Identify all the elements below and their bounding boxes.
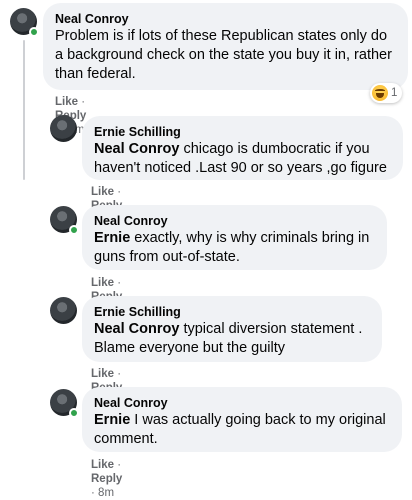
comment-author[interactable]: Ernie Schilling: [94, 124, 391, 140]
avatar[interactable]: [50, 389, 79, 418]
separator: ·: [81, 96, 86, 108]
comment-author[interactable]: Neal Conroy: [55, 11, 396, 27]
comment-body: exactly, why is why criminals bring in g…: [94, 230, 370, 265]
avatar[interactable]: [50, 206, 79, 235]
comment-body: Problem is if lots of these Republican s…: [55, 28, 392, 82]
like-button[interactable]: Like: [91, 186, 114, 198]
comment-text: Neal Conroy chicago is dumbocratic if yo…: [94, 140, 391, 178]
comment-body: I was actually going back to my original…: [94, 412, 386, 447]
comment-text: Ernie exactly, why is why criminals brin…: [94, 229, 375, 267]
comment-text: Neal Conroy typical diversion statement …: [94, 320, 370, 358]
online-status-icon: [69, 408, 79, 418]
mention-link[interactable]: Neal Conroy: [94, 321, 179, 337]
separator: ·: [117, 277, 122, 289]
comment-text: Problem is if lots of these Republican s…: [55, 27, 396, 84]
comment-author[interactable]: Ernie Schilling: [94, 304, 370, 320]
separator: ·: [117, 186, 122, 198]
comment-bubble: Neal Conroy Ernie I was actually going b…: [82, 387, 402, 452]
separator: ·: [117, 459, 122, 471]
like-button[interactable]: Like: [91, 368, 114, 380]
mention-link[interactable]: Ernie: [94, 412, 130, 428]
comment-author[interactable]: Neal Conroy: [94, 395, 390, 411]
separator: ·: [91, 487, 95, 499]
avatar[interactable]: [10, 8, 39, 37]
reaction-summary[interactable]: 1: [370, 83, 403, 103]
comment-bubble: Ernie Schilling Neal Conroy chicago is d…: [82, 116, 403, 180]
online-status-icon: [69, 225, 79, 235]
like-button[interactable]: Like: [91, 459, 114, 471]
reaction-count: 1: [391, 87, 398, 99]
comment-actions: Like · Reply · 8m: [91, 458, 122, 500]
avatar[interactable]: [50, 115, 77, 142]
comment-bubble: Ernie Schilling Neal Conroy typical dive…: [82, 296, 382, 362]
comment-bubble: Neal Conroy Problem is if lots of these …: [43, 3, 408, 90]
separator: ·: [117, 368, 122, 380]
thread-line: [23, 40, 25, 180]
avatar[interactable]: [50, 297, 77, 324]
reply-button[interactable]: Reply: [91, 473, 122, 485]
comment-text: Ernie I was actually going back to my or…: [94, 411, 390, 449]
comment-author[interactable]: Neal Conroy: [94, 213, 375, 229]
mention-link[interactable]: Neal Conroy: [94, 141, 179, 157]
like-button[interactable]: Like: [91, 277, 114, 289]
haha-icon: [372, 85, 388, 101]
online-status-icon: [29, 27, 39, 37]
timestamp[interactable]: 8m: [98, 487, 114, 499]
mention-link[interactable]: Ernie: [94, 230, 130, 246]
like-button[interactable]: Like: [55, 96, 78, 108]
comment-bubble: Neal Conroy Ernie exactly, why is why cr…: [82, 205, 387, 270]
